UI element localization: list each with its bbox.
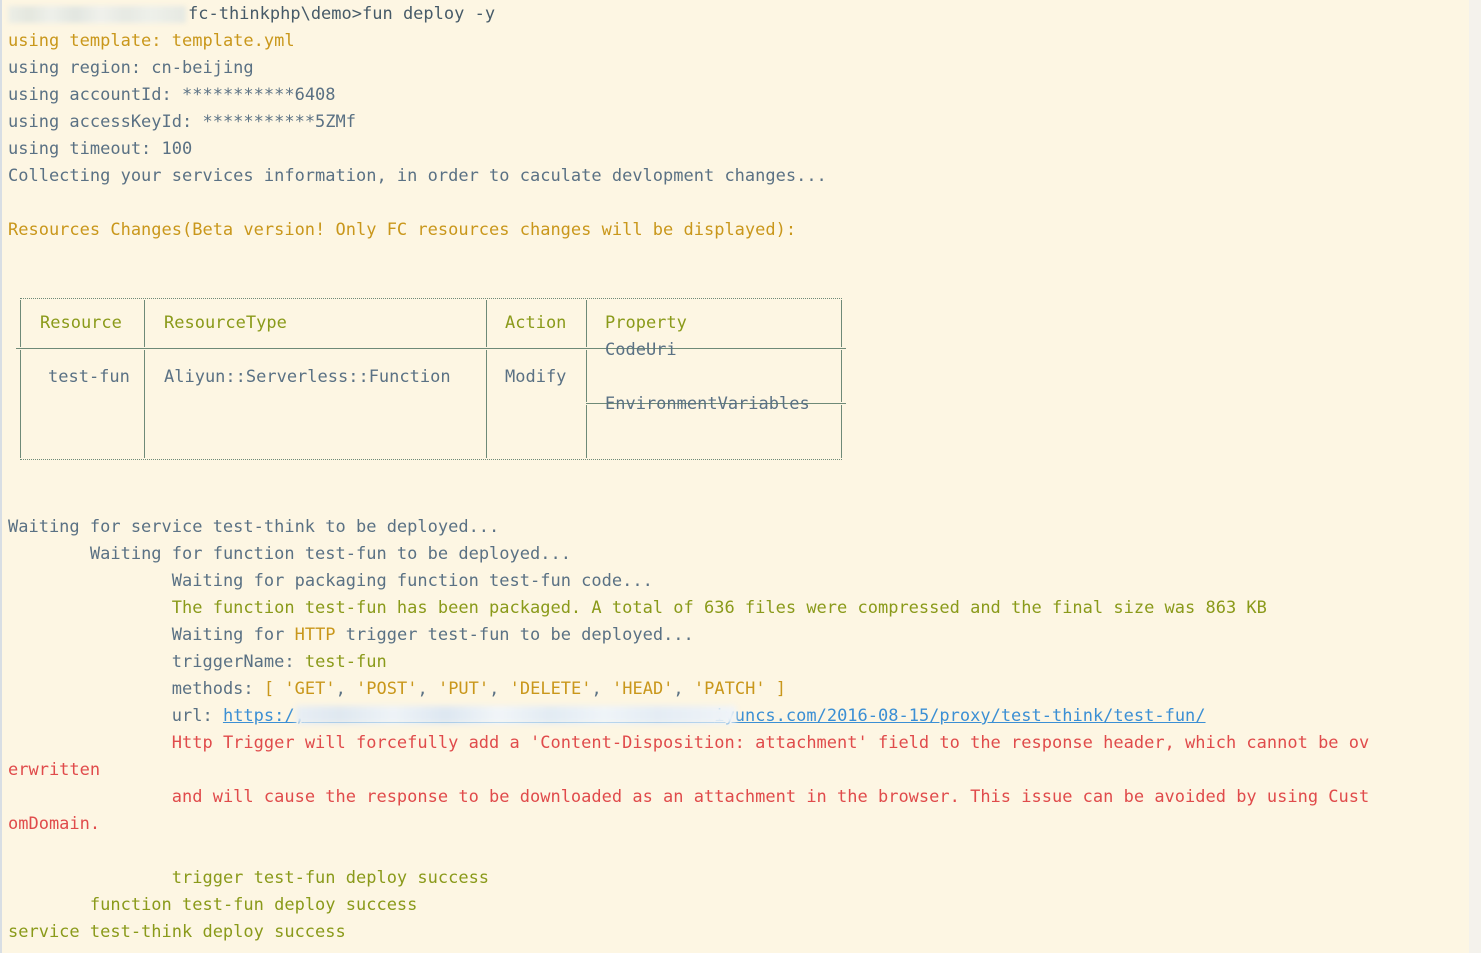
warning-1-wrapped: erwritten (8, 760, 101, 780)
terminal-right-edge-strip (1469, 0, 1481, 953)
table-bottom-border (20, 459, 842, 460)
terminal-window: fc-thinkphp\demo>fun deploy -y using tem… (0, 0, 1481, 953)
log-method-head: 'HEAD' (612, 679, 674, 699)
table-vline-right-head (841, 300, 842, 347)
table-header-resourcetype: ResourceType (164, 313, 287, 333)
table-cell-resourcetype: Aliyun::Serverless::Function (164, 367, 451, 387)
log-url-row: url: https:/, iyuncs.com/2016-08-15/prox… (8, 703, 1470, 730)
table-vline-left-head (20, 300, 21, 347)
table-header-action: Action (505, 313, 567, 333)
warning-2-wrapped: omDomain. (8, 814, 101, 834)
spacer-line-2 (8, 244, 1470, 271)
success-service: service test-think deploy success (8, 922, 346, 942)
table-header-separator (16, 348, 846, 349)
spacer-line-4 (8, 460, 1470, 487)
warning-2-row: and will cause the response to be downlo… (8, 784, 1470, 811)
table-vline-type-body (486, 350, 487, 458)
log-methods-open-bracket: [ (263, 679, 285, 699)
log-triggername-row: triggerName: test-fun (8, 649, 1470, 676)
config-value-accesskeyid: ***********5ZMf (202, 112, 356, 132)
warning-2-text: and will cause the response to be downlo… (171, 787, 1370, 807)
resource-changes-table: Resource ResourceType Action Property te… (16, 298, 846, 460)
table-vline-action-body-top (586, 350, 587, 402)
spacer-line-1 (8, 190, 1470, 217)
log-method-put: 'PUT' (437, 679, 490, 699)
config-label-template: using template: (8, 31, 172, 51)
prompt-line: fc-thinkphp\demo>fun deploy -y (8, 1, 1470, 28)
table-vline-type-head (486, 300, 487, 347)
log-service-waiting: Waiting for service test-think to be dep… (8, 517, 500, 537)
terminal-left-border (0, 0, 2, 953)
config-label-region: using region: (8, 58, 152, 78)
log-function-waiting: Waiting for function test-fun to be depl… (89, 544, 571, 564)
config-line-template: using template: template.yml (8, 28, 1470, 55)
config-line-accountid: using accountId: ***********6408 (8, 82, 1470, 109)
config-label-accesskeyid: using accessKeyId: (8, 112, 203, 132)
table-vline-left-body (20, 350, 21, 458)
spacer-line-5 (8, 487, 1470, 514)
redacted-prompt-prefix (8, 5, 186, 23)
table-vline-action-body-bottom (586, 405, 587, 458)
table-cell-action: Modify (505, 367, 567, 387)
table-vline-right-body-bottom (841, 405, 842, 458)
config-value-accountid: ***********6408 (182, 85, 336, 105)
prompt-path: fc-thinkphp\demo> (188, 4, 362, 24)
log-packaging-waiting: Waiting for packaging function test-fun … (171, 571, 653, 591)
success-trigger-row: trigger test-fun deploy success (8, 865, 1470, 892)
log-function-waiting-row: Waiting for function test-fun to be depl… (8, 541, 1470, 568)
log-http-trigger-waiting-row: Waiting for HTTP trigger test-fun to be … (8, 622, 1470, 649)
warning-1-row: Http Trigger will forcefully add a 'Cont… (8, 730, 1470, 757)
config-line-region: using region: cn-beijing (8, 55, 1470, 82)
terminal-output-area[interactable]: fc-thinkphp\demo>fun deploy -y using tem… (8, 0, 1470, 946)
table-cell-resource: test-fun (48, 367, 130, 387)
log-method-post: 'POST' (356, 679, 418, 699)
spacer-line-3 (8, 271, 1470, 298)
table-top-border (20, 298, 842, 299)
table-vline-right-body-top (841, 350, 842, 402)
url-prefix: https:/, (222, 706, 305, 726)
log-http-waiting-prefix: Waiting for (171, 625, 295, 645)
log-http-keyword: HTTP (294, 625, 336, 645)
log-packaging-waiting-row: Waiting for packaging function test-fun … (8, 568, 1470, 595)
config-label-accountid: using accountId: (8, 85, 182, 105)
table-cell-property-1: EnvironmentVariables (605, 394, 810, 414)
resources-changes-heading: Resources Changes(Beta version! Only FC … (8, 220, 797, 240)
log-method-delete: 'DELETE' (509, 679, 592, 699)
success-function-row: function test-fun deploy success (8, 892, 1470, 919)
config-line-timeout: using timeout: 100 (8, 136, 1470, 163)
warning-1-text: Http Trigger will forcefully add a 'Cont… (171, 733, 1370, 753)
table-cell-property-0: CodeUri (605, 340, 677, 360)
success-trigger: trigger test-fun deploy success (171, 868, 490, 888)
config-value-region: cn-beijing (151, 58, 254, 78)
config-line-accesskeyid: using accessKeyId: ***********5ZMf (8, 109, 1470, 136)
config-label-timeout: using timeout: (8, 139, 162, 159)
collecting-services-line: Collecting your services information, in… (8, 166, 827, 186)
log-methods-close-bracket: ] (765, 679, 787, 699)
log-triggername-value: test-fun (304, 652, 387, 672)
log-method-get: 'GET' (284, 679, 336, 699)
config-value-timeout: 100 (161, 139, 193, 159)
spacer-line-6 (8, 838, 1470, 865)
table-vline-resource-head (144, 300, 145, 347)
url-suffix: iyuncs.com/2016-08-15/proxy/test-think/t… (714, 706, 1206, 726)
table-header-property: Property (605, 313, 687, 333)
log-methods-label: methods: (171, 679, 264, 699)
redacted-url-region (296, 706, 736, 724)
log-http-waiting-suffix: trigger test-fun to be deployed... (335, 625, 694, 645)
log-packaged-row: The function test-fun has been packaged.… (8, 595, 1470, 622)
log-triggername-label: triggerName: (171, 652, 305, 672)
table-vline-resource-body (144, 350, 145, 458)
config-value-template: template.yml (171, 31, 295, 51)
table-header-resource: Resource (40, 313, 122, 333)
log-url-label: url: (171, 706, 223, 726)
success-function: function test-fun deploy success (89, 895, 418, 915)
prompt-command: fun deploy -y (362, 4, 496, 24)
log-methods-row: methods: [ 'GET', 'POST', 'PUT', 'DELETE… (171, 679, 787, 699)
log-method-patch: 'PATCH' (693, 679, 766, 699)
table-vline-action-head (586, 300, 587, 347)
log-packaged: The function test-fun has been packaged.… (171, 598, 1267, 618)
